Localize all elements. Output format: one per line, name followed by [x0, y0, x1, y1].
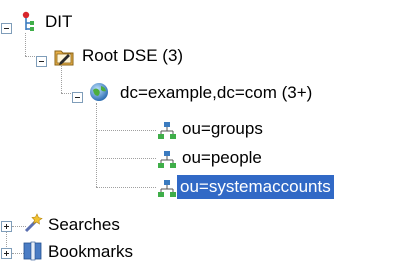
org-unit-icon — [156, 120, 178, 142]
tree-item-searches[interactable]: Searches — [0, 212, 200, 240]
expand-toggle[interactable] — [1, 248, 12, 259]
collapse-toggle[interactable] — [72, 92, 83, 103]
tree-item-label: DIT — [45, 12, 73, 31]
ldap-browser-tree: DIT Root DSE (3) dc=example,dc=com (3+) … — [0, 0, 406, 268]
tree-item-label: dc=example,dc=com (3+) — [120, 83, 313, 102]
globe-icon — [88, 81, 110, 103]
org-unit-icon — [156, 178, 178, 200]
collapse-toggle[interactable] — [36, 56, 47, 67]
tree-item-label: Bookmarks — [48, 242, 134, 261]
tree-item-label: ou=people — [182, 148, 262, 167]
tree-item-root-dse[interactable]: Root DSE (3) — [0, 45, 260, 73]
expand-toggle[interactable] — [1, 221, 12, 232]
tree-item-dc-example-com[interactable]: dc=example,dc=com (3+) — [0, 82, 406, 110]
dit-tree-icon — [18, 11, 40, 33]
folder-edit-icon — [53, 45, 75, 67]
tree-item-bookmarks[interactable]: Bookmarks — [0, 240, 200, 268]
tree-item-label: ou=systemaccounts — [177, 175, 334, 199]
collapse-toggle[interactable] — [1, 23, 12, 34]
tree-item-label: ou=groups — [182, 119, 263, 138]
bookmarks-icon — [22, 240, 44, 262]
search-wand-icon — [22, 212, 44, 234]
tree-item-ou-people[interactable]: ou=people — [0, 145, 300, 173]
tree-item-dit[interactable]: DIT — [0, 8, 120, 36]
tree-item-label: Searches — [48, 215, 120, 234]
org-unit-icon — [156, 149, 178, 171]
tree-item-ou-systemaccounts[interactable]: ou=systemaccounts — [0, 174, 400, 202]
tree-item-ou-groups[interactable]: ou=groups — [0, 116, 300, 144]
tree-item-label: Root DSE (3) — [82, 46, 184, 65]
